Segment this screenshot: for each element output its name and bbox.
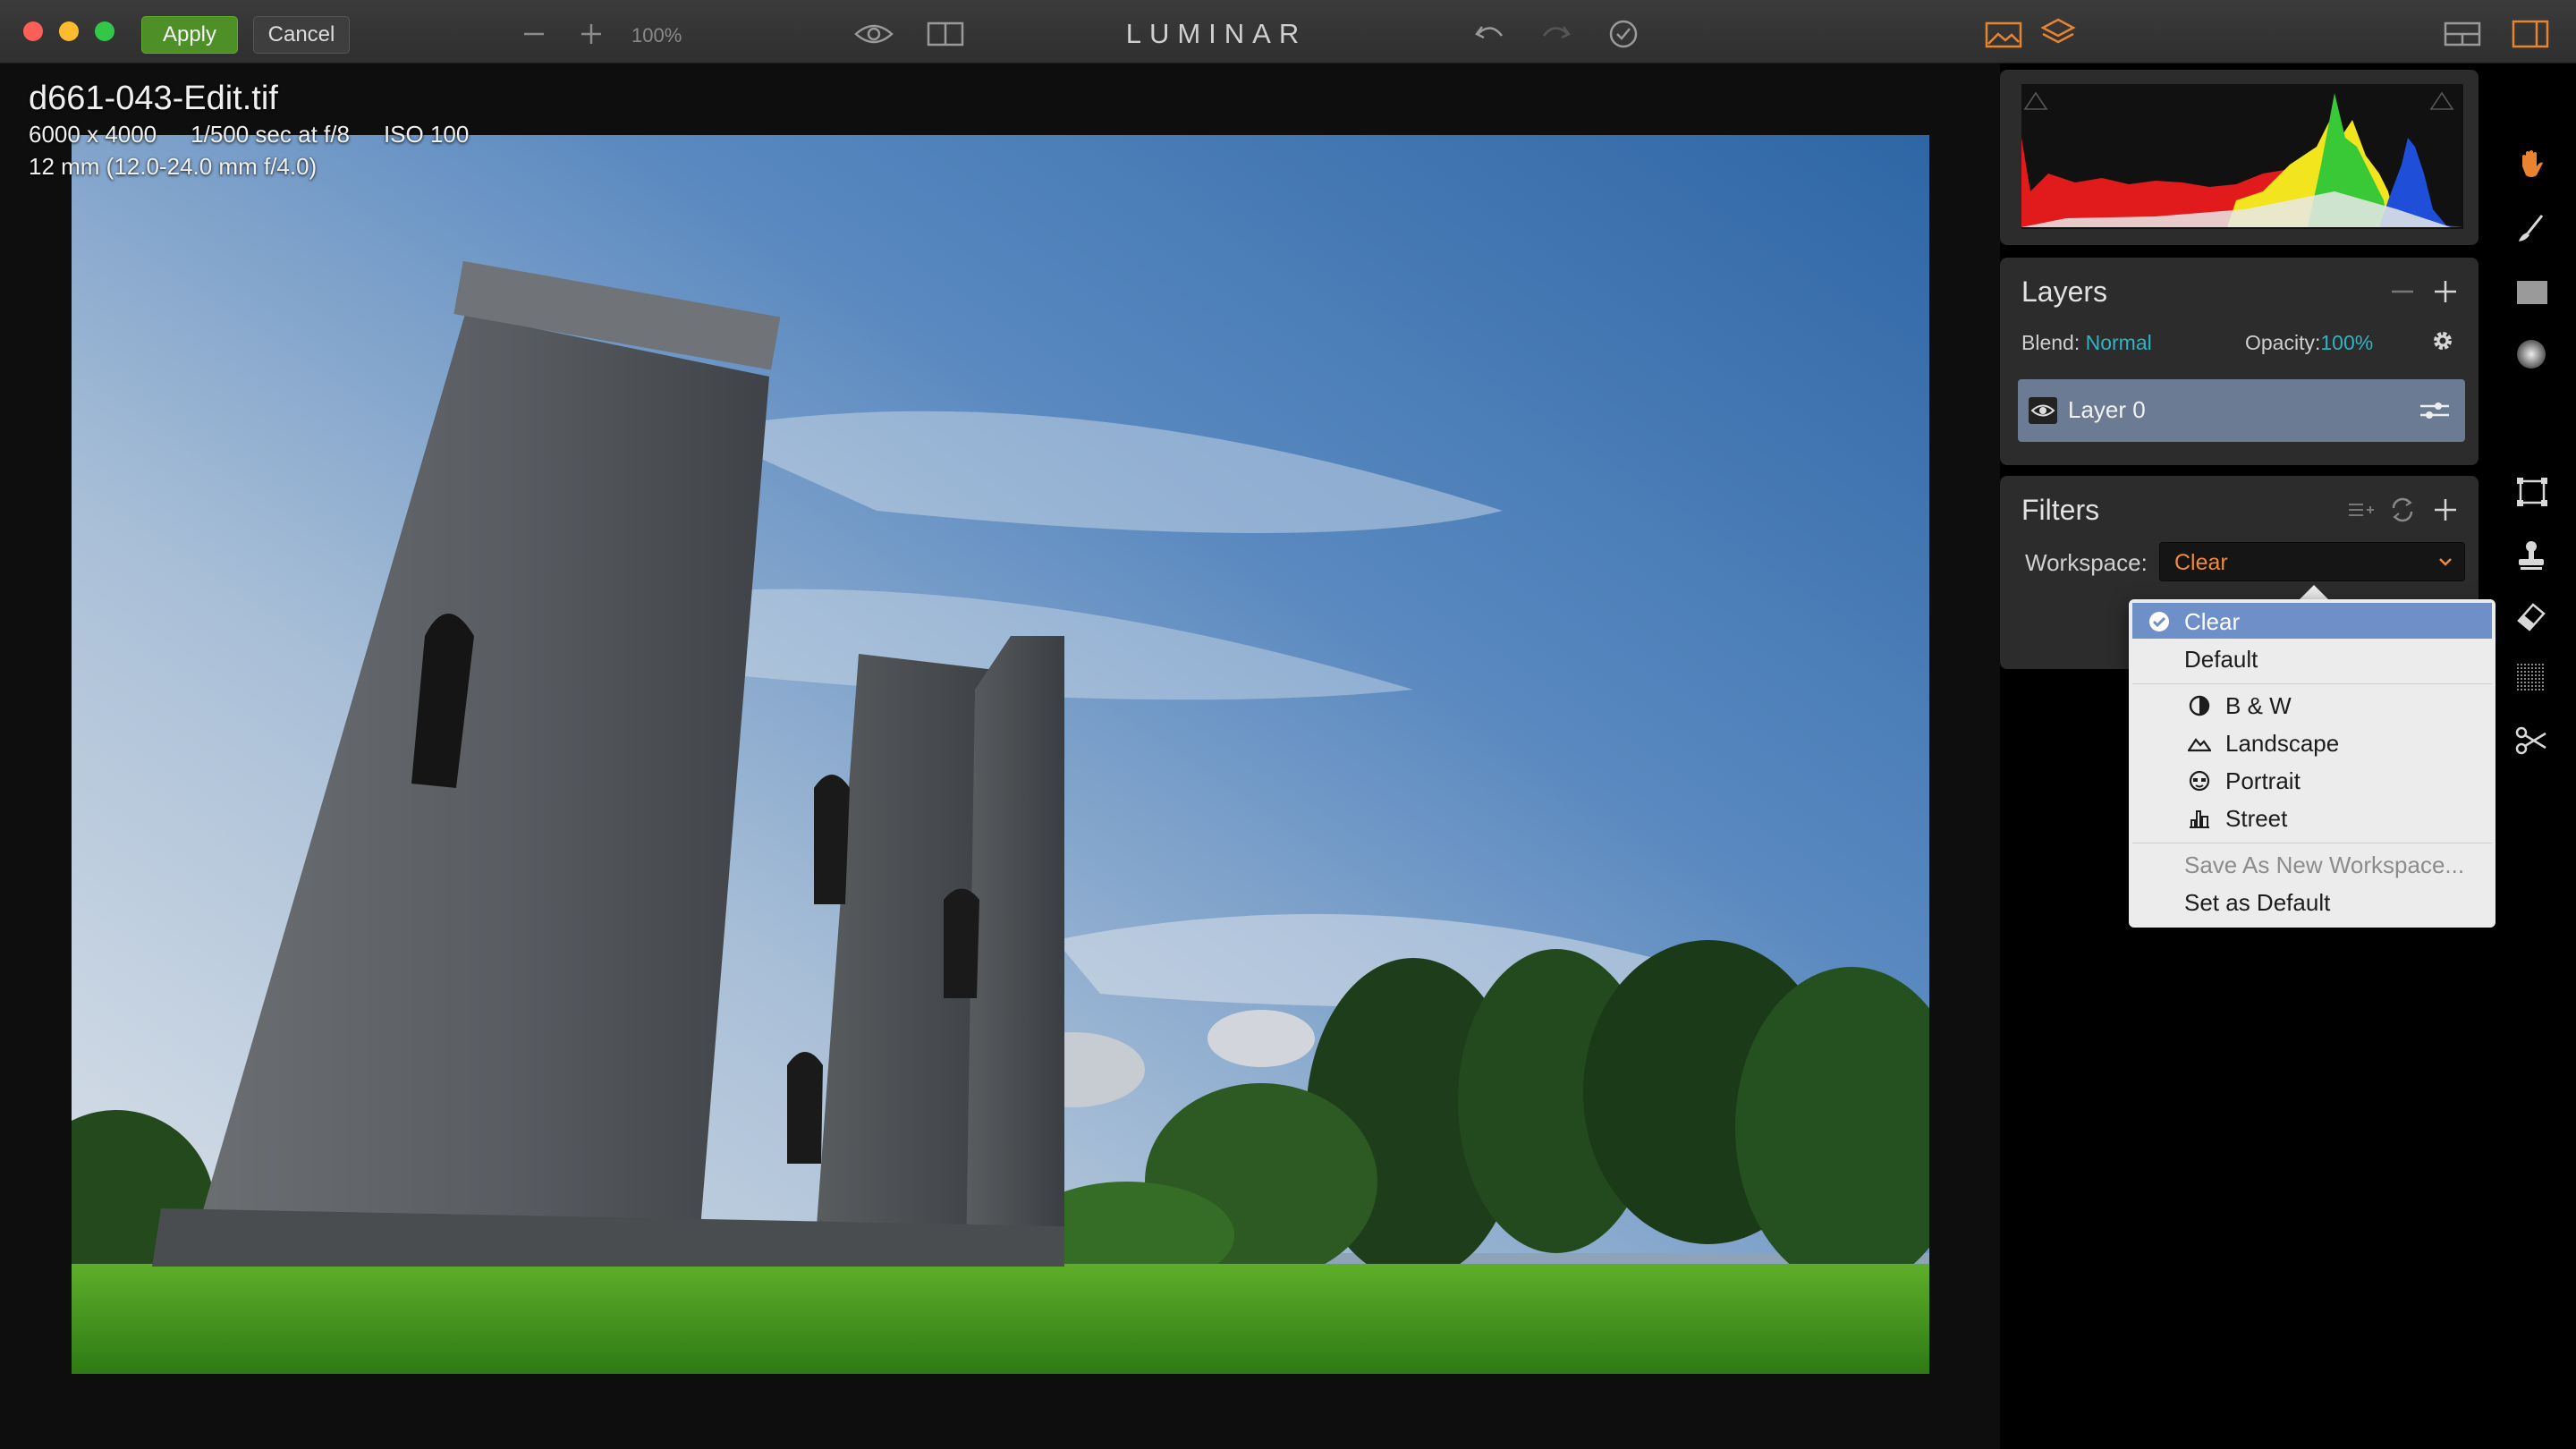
refresh-filters-icon[interactable] — [2386, 492, 2419, 524]
menu-item-label: Save As New Workspace... — [2184, 852, 2465, 878]
zoom-out-icon[interactable] — [515, 14, 551, 50]
checkmark-icon — [2148, 611, 2170, 632]
crop-transform-icon[interactable] — [2513, 474, 2549, 510]
workspace-dropdown-menu: Clear Default B & W Landscape Portrait S… — [2129, 599, 2496, 928]
apply-button[interactable]: Apply — [141, 16, 238, 54]
city-icon — [2188, 808, 2211, 829]
gear-icon[interactable] — [2429, 327, 2456, 354]
undo-icon[interactable] — [1471, 14, 1507, 50]
gradient-mask-icon[interactable] — [2513, 274, 2549, 309]
blend-value[interactable]: Normal — [2086, 331, 2152, 354]
layer-item[interactable]: Layer 0 — [2018, 379, 2465, 442]
contrast-icon — [2188, 695, 2211, 716]
opacity-control[interactable]: Opacity:100% — [2245, 331, 2373, 355]
add-layer-icon[interactable] — [2429, 274, 2462, 306]
preview-eye-icon[interactable] — [853, 14, 894, 50]
zoom-in-icon[interactable] — [572, 14, 608, 50]
history-check-icon[interactable] — [1606, 14, 1641, 50]
iso-value: ISO 100 — [383, 121, 470, 148]
menu-item-portrait[interactable]: Portrait — [2132, 762, 2492, 798]
remove-layer-icon[interactable] — [2386, 274, 2419, 306]
noise-texture-icon[interactable] — [2513, 660, 2549, 696]
file-name: d661-043-Edit.tif — [29, 80, 278, 117]
zoom-level[interactable]: 100% — [631, 24, 682, 47]
layer-adjustments-icon[interactable] — [2417, 395, 2453, 426]
menu-caret — [2299, 585, 2329, 600]
blend-label: Blend: — [2021, 331, 2080, 354]
file-info-overlay: d661-043-Edit.tif 6000 x 4000 1/500 sec a… — [29, 79, 503, 182]
brush-tool-icon[interactable] — [2513, 210, 2549, 246]
menu-item-label: Set as Default — [2184, 889, 2331, 916]
menu-item-label: Default — [2184, 646, 2258, 673]
cancel-button[interactable]: Cancel — [253, 16, 350, 54]
menu-item-label: Clear — [2184, 608, 2241, 635]
menu-item-label: Portrait — [2225, 767, 2301, 794]
shutter-speed: 1/500 sec at f/8 — [191, 121, 350, 148]
chevron-down-icon — [2437, 554, 2453, 570]
image-presets-icon[interactable] — [1983, 14, 2024, 50]
hand-tool-icon[interactable] — [2513, 145, 2549, 181]
close-window-button[interactable] — [23, 21, 43, 41]
layer-visibility-eye-icon[interactable] — [2029, 397, 2057, 424]
workspace-label: Workspace: — [2025, 549, 2148, 576]
menu-item-label: B & W — [2225, 692, 2292, 719]
workspace-select[interactable]: Clear — [2159, 542, 2465, 581]
layers-stack-icon[interactable] — [2038, 14, 2079, 50]
zoom-window-button[interactable] — [95, 21, 114, 41]
menu-separator — [2132, 683, 2492, 684]
add-filter-icon[interactable] — [2429, 492, 2462, 524]
menu-item-label: Landscape — [2225, 730, 2340, 757]
exif-row: 6000 x 4000 1/500 sec at f/8 ISO 100 — [29, 118, 503, 150]
redo-icon[interactable] — [1538, 14, 1574, 50]
menu-item-label: Street — [2225, 805, 2288, 832]
opacity-value[interactable]: 100% — [2320, 331, 2373, 354]
opacity-label: Opacity: — [2245, 331, 2321, 354]
menu-item-set-default[interactable]: Set as Default — [2132, 884, 2492, 919]
histogram-panel — [2000, 70, 2479, 245]
layers-title: Layers — [2021, 275, 2108, 308]
blend-mode[interactable]: Blend: Normal — [2021, 331, 2152, 355]
sidebar-toggle-icon[interactable] — [2510, 14, 2551, 50]
filters-title: Filters — [2021, 494, 2100, 526]
menu-item-default[interactable]: Default — [2132, 640, 2492, 676]
menu-item-clear[interactable]: Clear — [2132, 603, 2492, 639]
workspace-value: Clear — [2174, 550, 2228, 575]
filter-list-icon[interactable] — [2343, 492, 2376, 524]
title-bar: Apply Cancel 100% LUMINAR — [0, 0, 2576, 64]
app-logo: LUMINAR — [1125, 18, 1308, 49]
layout-icon[interactable] — [2442, 14, 2483, 50]
face-icon — [2188, 770, 2211, 792]
compare-split-icon[interactable] — [925, 14, 966, 50]
menu-item-street[interactable]: Street — [2132, 800, 2492, 835]
cut-scissors-icon[interactable] — [2513, 723, 2549, 758]
lens-info: 12 mm (12.0-24.0 mm f/4.0) — [29, 153, 318, 180]
mountain-icon — [2188, 733, 2211, 754]
layer-name: Layer 0 — [2068, 396, 2146, 423]
clone-stamp-icon[interactable] — [2513, 537, 2549, 572]
menu-item-save-workspace: Save As New Workspace... — [2132, 846, 2492, 882]
minimize-window-button[interactable] — [59, 21, 79, 41]
layers-panel: Layers Blend: Normal Opacity:100% Layer … — [2000, 258, 2479, 465]
radial-mask-icon[interactable] — [2513, 336, 2549, 372]
eraser-icon[interactable] — [2513, 597, 2549, 633]
image-dimensions: 6000 x 4000 — [29, 121, 157, 148]
histogram — [2021, 84, 2463, 229]
menu-item-landscape[interactable]: Landscape — [2132, 724, 2492, 760]
photo-canvas[interactable] — [72, 135, 1929, 1374]
menu-item-bw[interactable]: B & W — [2132, 687, 2492, 723]
